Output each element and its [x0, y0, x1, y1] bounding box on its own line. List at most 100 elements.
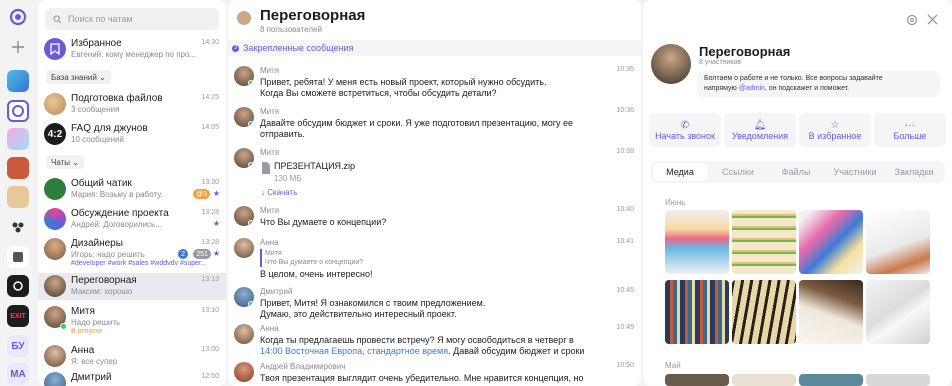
- chat-name: Избранное: [71, 38, 122, 49]
- file-name[interactable]: ПРЕЗЕНТАЦИЯ.zip: [274, 161, 634, 172]
- chat-name: Общий чатик: [71, 178, 132, 189]
- workspace-icon-5[interactable]: [7, 216, 29, 238]
- chat-name: Дизайнеры: [71, 238, 123, 249]
- message-author: Дмитрий: [260, 287, 293, 296]
- workspace-icon-active[interactable]: [7, 100, 29, 122]
- media-thumbnail[interactable]: [799, 210, 863, 274]
- workspace-icon-8[interactable]: EXIT: [7, 305, 29, 327]
- message-text-rest: . Давай обсудим бюджет и сроки: [448, 346, 585, 356]
- media-thumbnail[interactable]: [665, 210, 729, 274]
- chat-time: 13:28: [201, 209, 219, 216]
- pin-count-icon: 3: [232, 44, 239, 52]
- unread-badge: 2: [178, 249, 188, 259]
- chat-item[interactable]: Обсуждение проекта Андрей: Договорились.…: [38, 206, 226, 233]
- more-button[interactable]: ··· Больше: [874, 113, 946, 147]
- chat-name: FAQ для джунов: [71, 123, 148, 134]
- message-time: 10:49: [616, 324, 634, 331]
- admin-mention[interactable]: @admin: [739, 85, 765, 92]
- media-thumbnail[interactable]: [732, 280, 796, 344]
- tab-links[interactable]: Ссылки: [711, 163, 765, 181]
- media-thumbnail[interactable]: [799, 280, 863, 344]
- start-call-button[interactable]: ✆ Начать звонок: [649, 113, 721, 147]
- message-time: 10:45: [616, 287, 634, 294]
- message-text: Когда Вы сможете встретиться, чтобы обсу…: [260, 88, 497, 98]
- add-favorite-button[interactable]: ☆ В избранное: [799, 113, 871, 147]
- description-line: Болтаем о работе и не только. Все вопрос…: [704, 75, 883, 82]
- chat-name: Переговорная: [71, 275, 137, 286]
- mention-badge: @3: [193, 189, 210, 199]
- message-author: Митя: [260, 107, 280, 116]
- workspace-icon-2[interactable]: [7, 128, 29, 150]
- chat-time: 13:30: [201, 179, 219, 186]
- tab-media[interactable]: Медиа: [653, 163, 707, 181]
- group-knowledge-base[interactable]: База знаний ⌄: [46, 70, 111, 84]
- search-input[interactable]: Поиск по чатам: [45, 8, 219, 30]
- workspace-icon-3[interactable]: [7, 157, 29, 179]
- chat-avatar-icon[interactable]: [236, 10, 252, 26]
- message-text: Привет, ребята! У меня есть новый проект…: [260, 77, 547, 87]
- notifications-button[interactable]: 🔔︎ Уведомления: [724, 113, 796, 147]
- chat-item[interactable]: Дизайнеры Игорь: надо решить 13:28 2 251…: [38, 236, 226, 272]
- status-tag: В отпуске: [71, 328, 103, 335]
- message-time: 10:40: [616, 206, 634, 213]
- tab-files[interactable]: Файлы: [769, 163, 823, 181]
- avatar: [44, 178, 66, 200]
- media-thumbnail[interactable]: [799, 374, 863, 386]
- workspace-icon-1[interactable]: [7, 70, 29, 92]
- user-initials-1[interactable]: БУ: [7, 335, 29, 357]
- group-chats[interactable]: Чаты ⌄: [46, 155, 84, 169]
- media-thumbnail[interactable]: [665, 280, 729, 344]
- chat-item-selected[interactable]: Переговорная Максим: хорошо 13:13: [38, 273, 226, 300]
- workspace-icon-6[interactable]: [7, 246, 29, 268]
- message-time: 10:41: [616, 238, 634, 245]
- chat-item[interactable]: Общий чатик Мария: Возьму в работу. 13:3…: [38, 176, 226, 203]
- user-initials-2[interactable]: МА: [7, 363, 29, 385]
- chevron-down-icon: ⌄: [99, 72, 106, 82]
- chat-item[interactable]: Дмитрий 12:50: [38, 370, 226, 386]
- phone-icon: ✆: [680, 119, 690, 131]
- chat-preview: Я: все супер: [71, 357, 118, 366]
- info-member-count: 8 участников: [699, 59, 742, 66]
- action-label: Больше: [893, 131, 927, 141]
- group-label-text: Чаты: [51, 157, 71, 167]
- avatar: [234, 238, 254, 258]
- media-thumbnail[interactable]: [866, 374, 930, 386]
- app-logo-icon[interactable]: [7, 6, 29, 28]
- chat-item-faq[interactable]: 4:2 FAQ для джунов 10 сообщений 14:05: [38, 121, 226, 148]
- gear-icon[interactable]: [905, 13, 919, 27]
- chat-item[interactable]: Митя Надо решить 13:10 В отпуске: [38, 304, 226, 338]
- chat-preview: Евгений: кому менеджер по про...: [71, 50, 197, 59]
- message-text: Что Вы думаете о концепции?: [260, 217, 387, 227]
- chat-name: Обсуждение проекта: [71, 208, 169, 219]
- avatar: [234, 287, 254, 307]
- description-text: напрямую: [704, 85, 739, 92]
- message-text: В целом, очень интересно!: [260, 269, 373, 279]
- action-label: Уведомления: [731, 131, 789, 141]
- chat-info-panel: Переговорная 8 участников Болтаем о рабо…: [643, 0, 952, 386]
- workspace-icon-4[interactable]: [7, 186, 29, 208]
- chat-item-favorites[interactable]: Избранное Евгений: кому менеджер по про.…: [38, 36, 226, 63]
- avatar: [44, 208, 66, 230]
- message-text: Думаю, это действительно интересный прое…: [260, 309, 457, 319]
- tab-bookmarks[interactable]: Закладки: [885, 163, 943, 181]
- pinned-messages-bar[interactable]: 3 Закрепленные сообщения: [228, 40, 641, 56]
- media-thumbnail[interactable]: [866, 210, 930, 274]
- message-author: Анна: [260, 324, 279, 333]
- media-thumbnail[interactable]: [732, 374, 796, 386]
- timezone-link[interactable]: 14:00 Восточная Европа, стандартное врем…: [260, 346, 448, 356]
- message-time: 10:35: [616, 66, 634, 73]
- tab-members[interactable]: Участники: [827, 163, 883, 181]
- avatar: [234, 206, 254, 226]
- chat-item-prep[interactable]: Подготовка файлов 3 сообщения 14:25: [38, 91, 226, 118]
- chat-item[interactable]: Анна Я: все супер 13:00: [38, 343, 226, 370]
- download-link[interactable]: ↓ Скачать: [261, 188, 297, 197]
- media-thumbnail[interactable]: [732, 210, 796, 274]
- chat-time: 13:28: [201, 239, 219, 246]
- media-thumbnail[interactable]: [665, 374, 729, 386]
- workspace-icon-7[interactable]: [7, 275, 29, 297]
- add-icon[interactable]: [7, 36, 29, 58]
- message-text: Привет, Митя! Я ознакомился с твоим пред…: [260, 298, 486, 308]
- avatar: 4:2: [44, 123, 66, 145]
- media-thumbnail[interactable]: [866, 280, 930, 344]
- close-icon[interactable]: [927, 14, 938, 25]
